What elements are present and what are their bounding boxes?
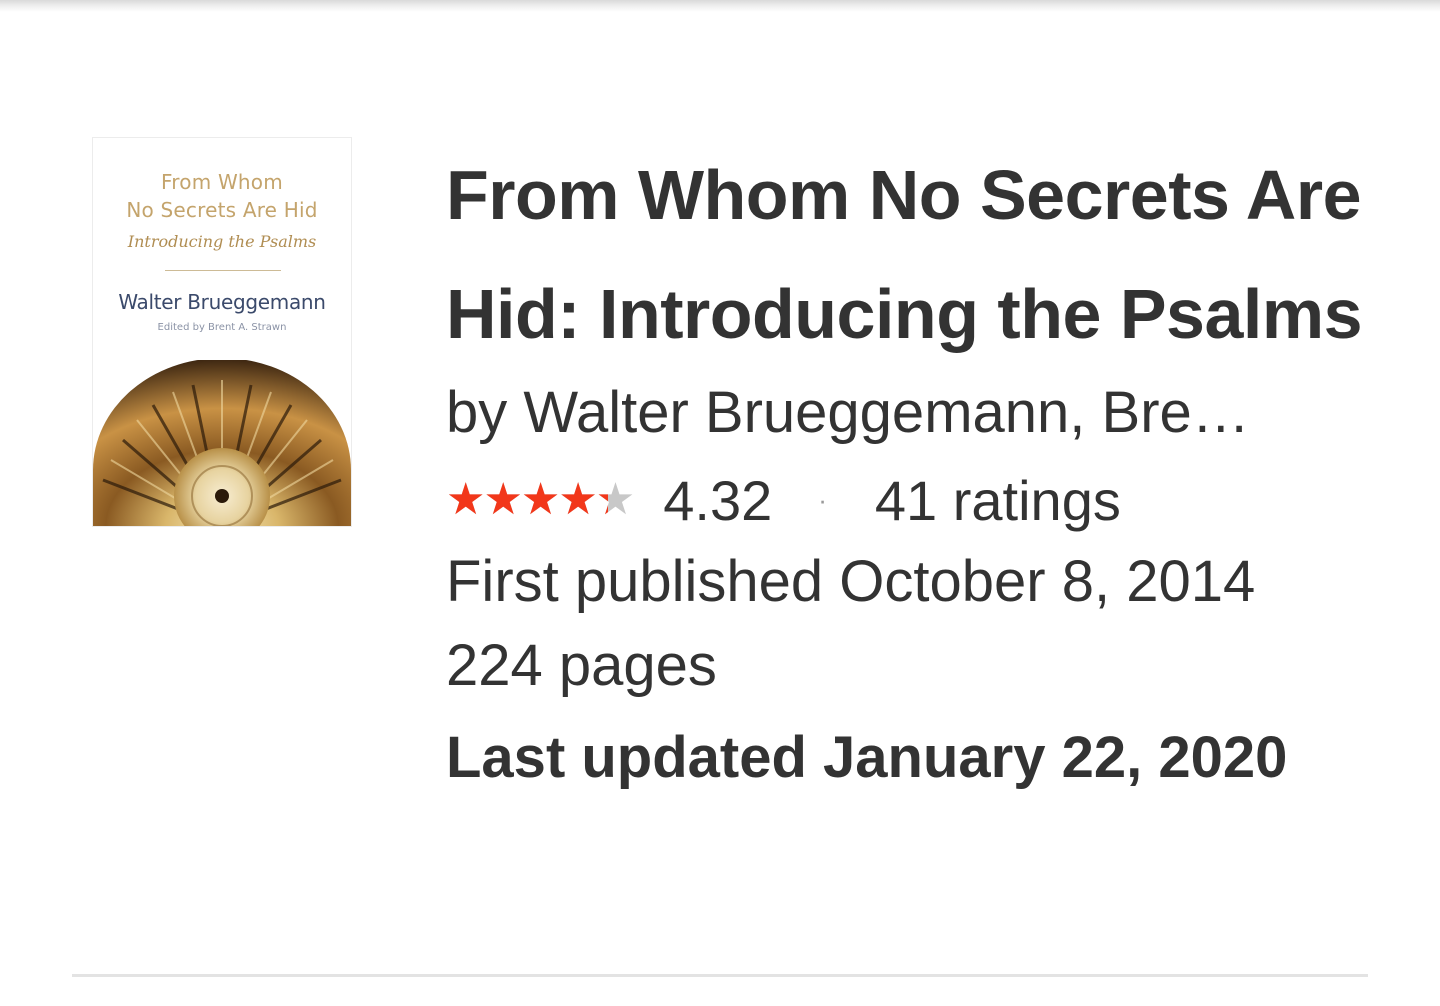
cover-author: Walter Brueggemann <box>118 290 326 314</box>
stars-filled: ★★★★★ <box>446 478 608 522</box>
star-rating-icon: ★★★★★ ★★★★★ <box>446 478 635 522</box>
book-cover[interactable]: From Whom No Secrets Are Hid Introducing… <box>92 137 352 527</box>
cover-subtitle: Introducing the Psalms <box>127 232 317 251</box>
cover-editor: Edited by Brent A. Strawn <box>157 322 287 333</box>
book-title[interactable]: From Whom No Secrets Are Hid: Introducin… <box>446 136 1386 374</box>
book-details: From Whom No Secrets Are Hid: Introducin… <box>446 136 1386 798</box>
cover-title-line2: No Secrets Are Hid <box>126 198 318 222</box>
ratings-count[interactable]: 41 ratings <box>875 468 1121 533</box>
first-published: First published October 8, 2014 <box>446 549 1256 614</box>
cover-divider <box>165 270 281 271</box>
last-updated: Last updated January 22, 2020 <box>446 725 1288 790</box>
book-card[interactable]: From Whom No Secrets Are Hid Introducing… <box>0 0 1440 1006</box>
bottom-divider <box>72 974 1368 977</box>
cover-title-line1: From Whom <box>161 170 283 194</box>
book-author[interactable]: by Walter Brueggemann, Bre… <box>446 374 1366 452</box>
cover-artwork <box>93 360 351 526</box>
page-count: 224 pages <box>446 633 717 698</box>
cover-title: From Whom No Secrets Are Hid <box>93 168 351 224</box>
separator-dot: · <box>818 484 827 515</box>
average-rating: 4.32 <box>663 468 773 532</box>
rating-row: ★★★★★ ★★★★★ 4.32 · 41 ratings <box>446 460 1386 540</box>
